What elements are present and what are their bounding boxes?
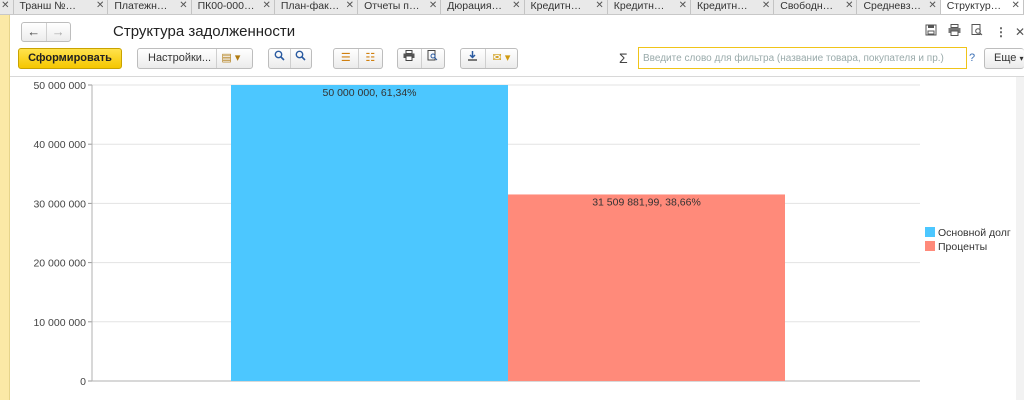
tab-4[interactable]: Отчеты п… ✕: [358, 0, 442, 14]
tab-3[interactable]: План-фак… ✕: [275, 0, 359, 14]
page-title: Структура задолженности: [113, 23, 296, 40]
legend-label: Основной долг: [938, 227, 1011, 239]
tab-label: Отчеты п…: [364, 0, 420, 12]
preview-icon[interactable]: [969, 24, 985, 40]
close-icon[interactable]: ✕: [845, 0, 853, 12]
print-report-icon[interactable]: [398, 49, 421, 68]
settings-button[interactable]: Настройки...: [138, 49, 216, 68]
tab-6[interactable]: Кредитн… ✕: [525, 0, 608, 14]
close-icon[interactable]: ✕: [179, 0, 187, 12]
tab-11[interactable]: Структур… ✕: [940, 0, 1024, 14]
close-icon[interactable]: ✕: [1012, 0, 1020, 12]
sum-icon[interactable]: Σ: [619, 50, 628, 66]
close-icon[interactable]: ✕: [679, 0, 687, 12]
download-icon[interactable]: [461, 49, 485, 68]
tab-label: Кредитн…: [530, 0, 582, 12]
save-icon[interactable]: [923, 24, 939, 40]
more-button[interactable]: Еще ▾: [984, 48, 1024, 69]
bar-chart: 0 10 000 000 20 000 000 30 000 000 40 000 00…: [33, 80, 1011, 388]
tab-5[interactable]: Дюрация… ✕: [441, 0, 525, 14]
grouping-group: ☰ ☷: [333, 48, 383, 69]
export-group: ✉ ▾: [460, 48, 518, 69]
generate-button[interactable]: Сформировать: [18, 48, 122, 69]
expand-groups-icon[interactable]: ☰: [334, 49, 358, 68]
close-icon[interactable]: ✕: [595, 0, 603, 12]
close-icon[interactable]: ✕: [1012, 24, 1024, 40]
print-group: [397, 48, 445, 69]
close-icon[interactable]: ✕: [96, 0, 104, 12]
data-label: 31 509 881,99, 38,66%: [592, 196, 701, 208]
legend-label: Проценты: [938, 241, 987, 253]
legend-swatch: [925, 241, 935, 251]
back-arrow-icon[interactable]: ←: [22, 23, 46, 41]
legend-swatch: [925, 227, 935, 237]
close-icon[interactable]: ✕: [512, 0, 520, 12]
tab-1[interactable]: Платежн… ✕: [108, 0, 192, 14]
left-panel-strip: [0, 15, 10, 400]
tab-label: Структур…: [946, 0, 1002, 12]
print-preview-icon[interactable]: [420, 49, 445, 68]
vertical-scrollbar[interactable]: [1016, 77, 1024, 400]
tab-label: Кредитн…: [613, 0, 665, 12]
more-button-label: Еще: [994, 52, 1017, 64]
search-icon[interactable]: [269, 49, 290, 68]
variants-icon[interactable]: ▤ ▾: [216, 49, 252, 68]
tab-label: План-фак…: [280, 0, 340, 12]
tab-8[interactable]: Кредитн… ✕: [691, 0, 775, 14]
y-tick-label: 30 000 000: [33, 198, 86, 210]
tab-9[interactable]: Свободн… ✕: [774, 0, 858, 14]
tab-bar: ✕ Транш №… ✕ Платежн… ✕ ПК00-000… ✕ План-фак… ✕ О…: [0, 0, 1024, 15]
y-tick-label: 40 000 000: [33, 139, 86, 151]
tab-label: Свободн…: [780, 0, 834, 12]
y-tick-label: 0: [80, 376, 86, 388]
close-icon[interactable]: ✕: [762, 0, 770, 12]
tab-10[interactable]: Средневз… ✕: [857, 0, 941, 14]
tab-label: Платежн…: [114, 0, 168, 12]
close-icon[interactable]: ✕: [928, 0, 936, 12]
tab-label: ПК00-000…: [197, 0, 255, 12]
close-icon[interactable]: ✕: [346, 0, 354, 12]
close-icon[interactable]: ✕: [429, 0, 437, 12]
help-icon[interactable]: ?: [969, 52, 975, 64]
collapse-groups-icon[interactable]: ☷: [357, 49, 383, 68]
tab-7[interactable]: Кредитн… ✕: [608, 0, 691, 14]
filter-input[interactable]: [638, 47, 967, 69]
search-group: [268, 48, 312, 69]
y-tick-label: 10 000 000: [33, 317, 86, 329]
bar-0: [231, 85, 508, 381]
tab-label: Дюрация…: [447, 0, 503, 12]
tab-label: Средневз…: [863, 0, 922, 12]
y-tick-label: 20 000 000: [33, 258, 86, 270]
settings-button-group: Настройки... ▤ ▾: [137, 48, 253, 69]
tab-0[interactable]: Транш №… ✕: [14, 0, 109, 14]
search-next-icon[interactable]: [289, 49, 312, 68]
data-label: 50 000 000, 61,34%: [323, 87, 417, 99]
close-icon[interactable]: ✕: [262, 0, 270, 12]
print-icon[interactable]: [946, 24, 962, 40]
history-nav: ← →: [21, 22, 71, 42]
more-icon[interactable]: ⋮: [993, 24, 1009, 40]
close-icon[interactable]: ✕: [1, 0, 9, 12]
tab-2[interactable]: ПК00-000… ✕: [192, 0, 275, 14]
tab-partial[interactable]: ✕: [0, 0, 14, 14]
y-tick-label: 50 000 000: [33, 80, 86, 92]
bar-1: [508, 194, 785, 381]
tab-label: Кредитн…: [697, 0, 748, 12]
chart-area: 0 10 000 000 20 000 000 30 000 000 40 000 00…: [10, 76, 1024, 401]
forward-arrow-icon[interactable]: →: [45, 23, 71, 41]
tab-label: Транш №…: [19, 0, 76, 12]
email-icon[interactable]: ✉ ▾: [484, 49, 517, 68]
